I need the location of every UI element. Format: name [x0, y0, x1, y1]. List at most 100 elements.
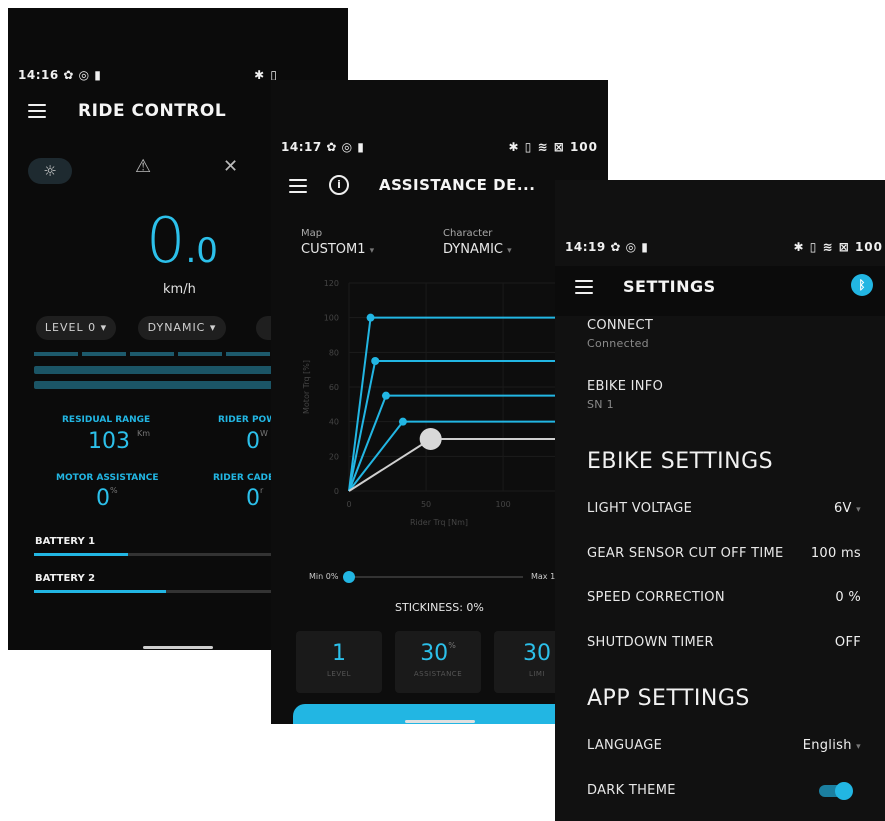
map-dropdown[interactable]: CUSTOM1 ▾ [301, 242, 374, 257]
bluetooth-icon[interactable]: ᛒ [851, 274, 873, 296]
stickiness-label: STICKINESS: 0% [395, 601, 484, 614]
connect-status: Connected [587, 337, 649, 350]
speed-correction-label: SPEED CORRECTION [587, 590, 725, 605]
battery2-label: BATTERY 2 [35, 573, 96, 584]
light-voltage-row[interactable]: LIGHT VOLTAGE 6V ▾ [587, 501, 861, 516]
settings-screen: 14:19 ✿ ◎ ▮ ✱ ▯ ≋ ⊠ 100 SETTINGS ᛒ CONNE… [555, 180, 885, 821]
y-tick-label: 100 [324, 314, 339, 323]
assist-segment [130, 352, 174, 356]
language-dropdown[interactable]: English ▾ [803, 738, 861, 753]
x-tick-label: 0 [346, 500, 351, 509]
speed-correction-row[interactable]: SPEED CORRECTION 0 % [587, 590, 861, 605]
app-settings-heading: APP SETTINGS [587, 686, 750, 711]
level-card-label: LEVEL [327, 670, 351, 678]
map-label: Map [301, 228, 323, 239]
rider-cadence-label: RIDER CADE [213, 473, 275, 483]
battery1-label: BATTERY 1 [35, 536, 96, 547]
x-tick-label: 100 [495, 500, 510, 509]
shutdown-timer-label: SHUTDOWN TIMER [587, 635, 714, 650]
y-tick-label: 20 [329, 452, 339, 461]
residual-range-label: RESIDUAL RANGE [62, 415, 151, 425]
warning-icon[interactable]: ⚠ [135, 156, 151, 177]
assist-segment [178, 352, 222, 356]
status-time: 14:19 ✿ ◎ ▮ [565, 240, 649, 254]
y-tick-label: 40 [329, 418, 339, 427]
assist-segment [226, 352, 270, 356]
rider-power-label: RIDER POW [218, 415, 277, 425]
language-row[interactable]: LANGUAGE English ▾ [587, 738, 861, 753]
dark-theme-toggle[interactable] [819, 782, 853, 800]
assist-segment [82, 352, 126, 356]
y-tick-label: 0 [334, 487, 339, 496]
chevron-down-icon: ▾ [856, 505, 861, 515]
speed-correction-value: 0 % [835, 590, 861, 605]
level-card[interactable]: 1 LEVEL [296, 631, 382, 693]
sun-icon[interactable]: ☼ [28, 158, 72, 184]
connect-label: CONNECT [587, 318, 654, 333]
assistance-card[interactable]: 30% ASSISTANCE [395, 631, 481, 693]
menu-icon[interactable] [575, 280, 593, 294]
language-label: LANGUAGE [587, 738, 663, 753]
chevron-down-icon: ▾ [507, 246, 512, 256]
shutdown-timer-value: OFF [834, 635, 861, 650]
assistance-card-label: ASSISTANCE [413, 670, 463, 678]
speed-unit: km/h [163, 282, 196, 297]
status-icons: ✱ ▯ ≋ ⊠ 100 [793, 240, 883, 254]
battery2-fill [34, 590, 166, 593]
stickiness-thumb[interactable] [343, 571, 355, 583]
character-label: Character [443, 228, 493, 239]
shutdown-timer-row[interactable]: SHUTDOWN TIMER OFF [587, 635, 861, 650]
home-indicator[interactable] [143, 646, 213, 649]
motor-assistance-label: MOTOR ASSISTANCE [56, 473, 159, 483]
page-title: SETTINGS [623, 277, 716, 296]
info-icon[interactable]: i [329, 175, 349, 195]
speed-readout: 0.0 [146, 204, 218, 277]
motor-assistance-value: 0% [96, 486, 118, 511]
level-card-value: 1 [332, 641, 346, 666]
menu-icon[interactable] [28, 104, 46, 118]
selected-point [419, 428, 442, 450]
level-dropdown[interactable]: LEVEL 0 ▾ [36, 316, 116, 340]
toggle-knob [835, 782, 853, 800]
residual-range-value: 103 Km [88, 429, 151, 454]
ebike-info-row[interactable]: EBIKE INFO SN 1 [587, 379, 861, 411]
min-label: Min 0% [309, 572, 339, 581]
page-title: ASSISTANCE DE... [379, 176, 536, 194]
gear-sensor-row[interactable]: GEAR SENSOR CUT OFF TIME 100 ms [587, 546, 861, 561]
y-tick-label: 120 [324, 279, 339, 288]
gear-sensor-value: 100 ms [810, 546, 861, 561]
battery1-fill [34, 553, 129, 556]
status-time: 14:16 ✿ ◎ ▮ [18, 68, 102, 82]
page-title: RIDE CONTROL [78, 101, 227, 121]
series-point [371, 357, 380, 365]
y-axis-label: Motor Trq [%] [302, 360, 311, 414]
y-tick-label: 80 [329, 348, 339, 357]
tools-icon[interactable]: ✕ [223, 156, 238, 177]
status-time: 14:17 ✿ ◎ ▮ [281, 140, 365, 154]
series-point [366, 313, 375, 322]
status-icons: ✱ ▯ ≋ ⊠ 100 [508, 140, 598, 154]
menu-icon[interactable] [289, 179, 307, 193]
speed-decimal: .0 [185, 231, 218, 271]
light-voltage-label: LIGHT VOLTAGE [587, 501, 693, 516]
ebike-info-serial: SN 1 [587, 398, 614, 411]
assist-segment [34, 352, 78, 356]
y-tick-label: 60 [329, 383, 339, 392]
ebike-info-label: EBIKE INFO [587, 379, 664, 394]
light-voltage-dropdown[interactable]: 6V ▾ [834, 501, 861, 516]
mode-dropdown[interactable]: DYNAMIC ▾ [138, 316, 226, 340]
character-dropdown[interactable]: DYNAMIC ▾ [443, 242, 512, 257]
connect-row[interactable]: CONNECT Connected [587, 318, 861, 350]
x-axis-label: Rider Trq [Nm] [410, 518, 468, 527]
chevron-down-icon: ▾ [856, 742, 861, 752]
home-indicator[interactable] [405, 720, 475, 723]
gear-sensor-label: GEAR SENSOR CUT OFF TIME [587, 546, 784, 561]
series-point [398, 417, 407, 426]
stickiness-slider[interactable] [343, 576, 523, 578]
dark-theme-label: DARK THEME [587, 783, 676, 798]
x-tick-label: 50 [421, 500, 431, 509]
rider-power-value: 0W [246, 429, 268, 454]
speed-integer: 0 [146, 204, 186, 277]
header-bar [555, 266, 885, 316]
ebike-settings-heading: EBIKE SETTINGS [587, 449, 774, 474]
